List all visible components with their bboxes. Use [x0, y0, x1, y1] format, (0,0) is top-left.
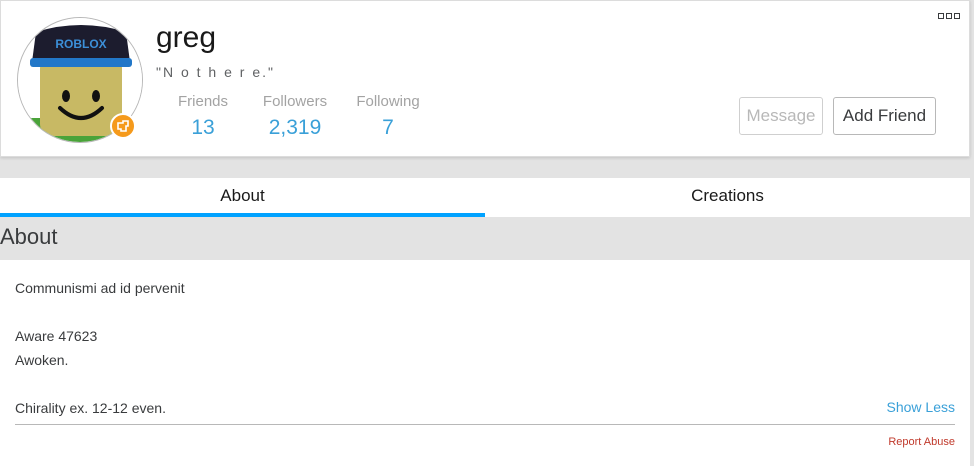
status-text: "N o t h e r e." — [156, 64, 275, 80]
stat-followers-value: 2,319 — [268, 116, 322, 139]
stat-friends-value: 13 — [191, 116, 215, 139]
about-card: Communismi ad id pervenit Aware 47623 Aw… — [0, 260, 970, 466]
add-friend-button[interactable]: Add Friend — [833, 97, 936, 135]
divider — [15, 424, 955, 425]
about-line: Aware 47623 — [15, 328, 98, 344]
about-line: Chirality ex. 12-12 even. — [15, 400, 166, 416]
username: greg — [156, 21, 217, 54]
stat-following-label: Following — [356, 93, 420, 110]
tab-creations[interactable]: Creations — [485, 178, 970, 217]
about-section-title: About — [0, 224, 58, 249]
stat-friends[interactable]: Friends 13 — [177, 93, 229, 140]
message-button[interactable]: Message — [739, 97, 823, 135]
report-abuse-link[interactable]: Report Abuse — [888, 436, 955, 448]
stat-followers-label: Followers — [262, 93, 328, 110]
about-line: Communismi ad id pervenit — [15, 280, 185, 296]
show-less-link[interactable]: Show Less — [887, 399, 955, 415]
premium-badge-icon — [110, 113, 136, 139]
profile-tabs: About Creations — [0, 178, 970, 217]
tab-about[interactable]: About — [0, 178, 485, 217]
stat-following[interactable]: Following 7 — [355, 93, 421, 140]
stat-following-value: 7 — [382, 116, 394, 139]
avatar-cap-text: ROBLOX — [55, 37, 106, 51]
profile-header-card: ROBLOX greg "N o t h e r e." Friends 13 … — [0, 0, 970, 157]
stat-followers[interactable]: Followers 2,319 — [262, 93, 328, 140]
stat-friends-label: Friends — [177, 93, 229, 110]
more-options-icon[interactable] — [938, 13, 964, 21]
about-line: Awoken. — [15, 352, 69, 368]
